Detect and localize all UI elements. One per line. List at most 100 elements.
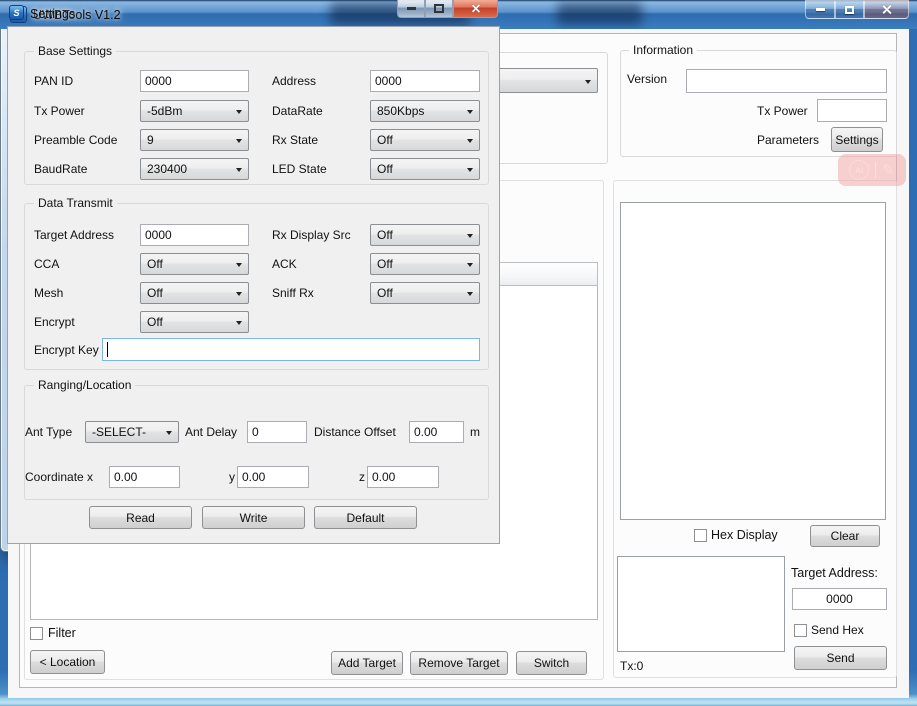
close-icon <box>471 3 481 13</box>
sniff-rx-label: Sniff Rx <box>272 286 314 300</box>
address-field[interactable]: 0000 <box>370 70 480 92</box>
pan-id-field[interactable]: 0000 <box>140 70 249 92</box>
minimize-button[interactable] <box>805 0 835 19</box>
ant-delay-field[interactable]: 0 <box>247 421 307 443</box>
target-address-field[interactable]: 0000 <box>792 588 887 610</box>
send-button[interactable]: Send <box>794 646 887 670</box>
version-field[interactable] <box>686 69 887 93</box>
version-label: Version <box>627 72 667 86</box>
text-caret <box>107 342 108 357</box>
encrypt-combo[interactable]: Off <box>140 311 249 333</box>
dlg-target-address-field[interactable]: 0000 <box>140 224 249 246</box>
settings-dialog[interactable]: S Settings Base Settings PAN ID 0000 Add… <box>0 0 509 552</box>
minimize-icon <box>407 7 416 10</box>
coordinate-y-field[interactable]: 0.00 <box>237 466 309 488</box>
pan-id-label: PAN ID <box>34 74 73 88</box>
rx-display-src-label: Rx Display Src <box>272 228 351 242</box>
clear-button[interactable]: Clear <box>810 525 880 547</box>
default-button[interactable]: Default <box>314 506 417 529</box>
chevron-down-icon <box>166 431 172 435</box>
remove-target-button[interactable]: Remove Target <box>410 651 508 675</box>
rx-display-src-combo[interactable]: Off <box>370 224 480 246</box>
tx-power-combo[interactable]: -5dBm <box>140 100 249 122</box>
mesh-label: Mesh <box>34 286 63 300</box>
read-button[interactable]: Read <box>89 506 192 529</box>
coordinate-x-field[interactable]: 0.00 <box>109 466 180 488</box>
parameters-label: Parameters <box>757 133 819 147</box>
divider <box>875 162 876 178</box>
dlg-target-address-label: Target Address <box>34 228 114 242</box>
tx-count-label: Tx:0 <box>620 659 643 673</box>
hex-display-checkbox[interactable] <box>694 529 707 542</box>
tx-display-area[interactable] <box>617 556 785 652</box>
sniff-rx-combo[interactable]: Off <box>370 282 480 304</box>
encrypt-key-label: Encrypt Key <box>34 343 99 357</box>
close-button[interactable] <box>864 0 909 19</box>
data-transmit-legend: Data Transmit <box>34 196 117 210</box>
chevron-down-icon <box>236 292 242 296</box>
switch-button[interactable]: Switch <box>516 651 587 675</box>
settings-button[interactable]: Settings <box>831 127 883 152</box>
ack-label: ACK <box>272 257 297 271</box>
chevron-down-icon <box>585 80 591 84</box>
window-caption-buttons <box>805 0 909 19</box>
hex-display-label: Hex Display <box>711 528 778 542</box>
chevron-down-icon <box>236 139 242 143</box>
close-icon <box>881 4 892 15</box>
ant-delay-label: Ant Delay <box>185 425 237 439</box>
chevron-down-icon <box>467 292 473 296</box>
ai-icon[interactable]: AI <box>849 160 869 180</box>
chevron-down-icon <box>467 110 473 114</box>
maximize-button[interactable] <box>835 0 864 19</box>
ai-overlay-toolbar[interactable]: AI ✎ <box>838 154 906 186</box>
receive-display-area[interactable] <box>620 202 886 520</box>
ant-type-label: Ant Type <box>25 425 72 439</box>
distance-offset-label: Distance Offset <box>314 425 396 439</box>
dialog-close-button[interactable] <box>453 0 498 18</box>
minimize-icon <box>816 8 825 11</box>
ranging-location-legend: Ranging/Location <box>34 378 135 392</box>
ack-combo[interactable]: Off <box>370 253 480 275</box>
chevron-down-icon <box>467 234 473 238</box>
distance-offset-field[interactable]: 0.00 <box>409 421 464 443</box>
add-target-button[interactable]: Add Target <box>331 651 403 675</box>
coordinate-z-label: z <box>359 470 365 484</box>
distance-unit-label: m <box>470 425 480 439</box>
filter-label: Filter <box>48 626 76 640</box>
coordinate-z-field[interactable]: 0.00 <box>367 466 439 488</box>
baudrate-combo[interactable]: 230400 <box>140 158 249 180</box>
maximize-icon <box>845 6 854 14</box>
mesh-combo[interactable]: Off <box>140 282 249 304</box>
dialog-restore-button[interactable] <box>425 0 453 18</box>
dialog-title: Settings <box>30 7 75 21</box>
dlg-baudrate-label: BaudRate <box>34 162 87 176</box>
dialog-icon: S <box>9 5 24 20</box>
rx-state-combo[interactable]: Off <box>370 129 480 151</box>
preamble-code-combo[interactable]: 9 <box>140 129 249 151</box>
chevron-down-icon <box>236 168 242 172</box>
led-state-combo[interactable]: Off <box>370 158 480 180</box>
dialog-client-area: Base Settings PAN ID 0000 Address 0000 T… <box>7 26 500 544</box>
rx-state-label: Rx State <box>272 133 318 147</box>
write-button[interactable]: Write <box>202 506 305 529</box>
pen-icon[interactable]: ✎ <box>882 161 895 179</box>
filter-checkbox[interactable] <box>30 627 43 640</box>
chevron-down-icon <box>236 263 242 267</box>
address-label: Address <box>272 74 316 88</box>
cca-combo[interactable]: Off <box>140 253 249 275</box>
base-settings-legend: Base Settings <box>34 44 116 58</box>
send-hex-checkbox[interactable] <box>794 624 807 637</box>
chevron-down-icon <box>236 321 242 325</box>
chevron-down-icon <box>467 168 473 172</box>
chevron-down-icon <box>467 139 473 143</box>
datarate-combo[interactable]: 850Kbps <box>370 100 480 122</box>
dialog-minimize-button[interactable] <box>397 0 425 18</box>
location-button[interactable]: < Location <box>30 650 105 674</box>
cca-label: CCA <box>34 257 59 271</box>
encrypt-key-field[interactable] <box>102 338 480 361</box>
dlg-tx-power-label: Tx Power <box>34 104 85 118</box>
preamble-code-label: Preamble Code <box>34 133 117 147</box>
ant-type-combo[interactable]: -SELECT- <box>85 421 179 443</box>
titlebar-reflection <box>557 3 642 25</box>
tx-power-field[interactable] <box>817 99 887 122</box>
